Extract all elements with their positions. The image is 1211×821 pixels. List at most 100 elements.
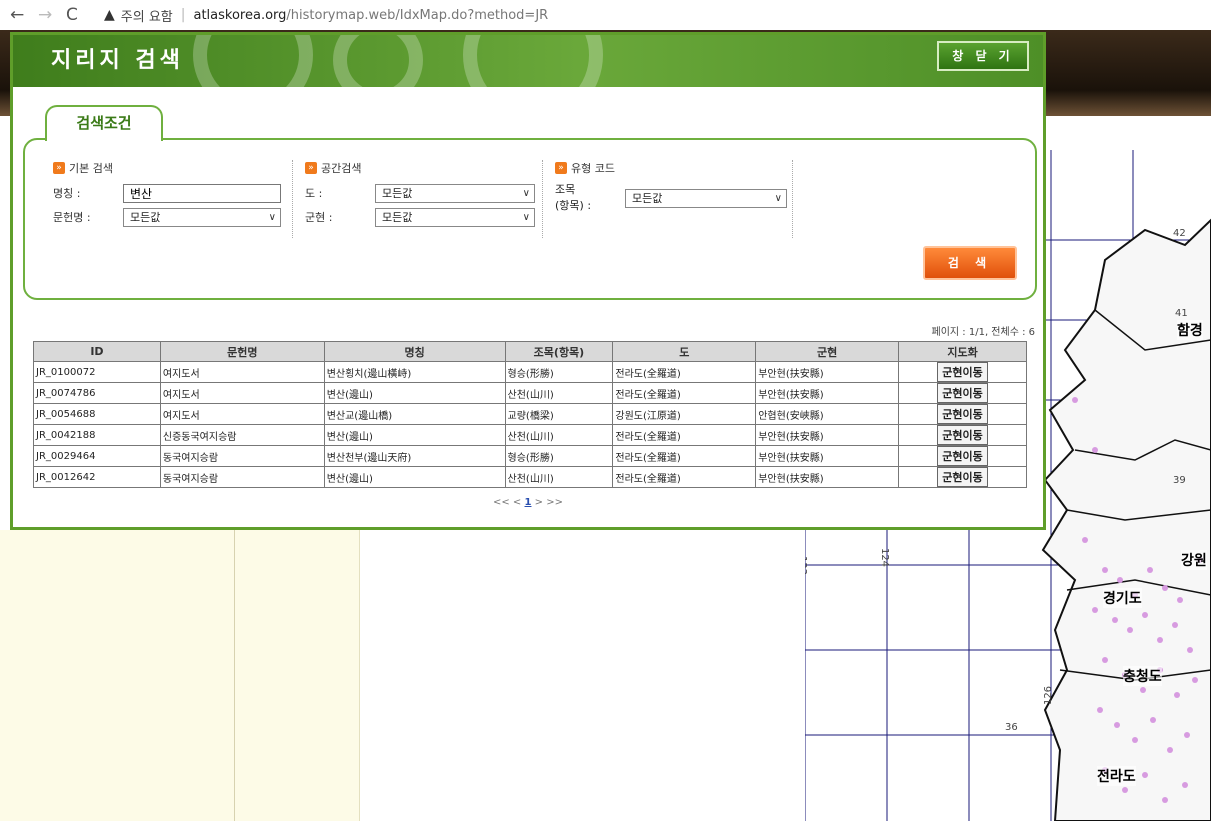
gazetteer-search-dialog: 지리지 검색 창 닫 기 검색조건 » 기본 검색 명칭 : 문헌명 : 모든값… [10, 32, 1046, 530]
cell-id: JR_0074786 [33, 382, 161, 404]
cell-id: JR_0054688 [33, 403, 161, 425]
cell-name: 변산(邊山) [323, 466, 506, 488]
column-header[interactable]: 도 [612, 341, 757, 362]
move-to-county-button[interactable]: 군현이동 [937, 383, 988, 403]
column-header[interactable]: 지도화 [898, 341, 1027, 362]
column-header[interactable]: 문헌명 [159, 341, 325, 362]
tab-search-criteria[interactable]: 검색조건 [45, 105, 163, 141]
type-select[interactable]: 모든값 ∨ [625, 188, 787, 208]
cell-id: JR_0012642 [33, 466, 161, 488]
cell-doc: 동국여지승람 [159, 445, 325, 467]
search-criteria-panel: » 기본 검색 명칭 : 문헌명 : 모든값 ∨ » 공간검색 도 : [23, 138, 1037, 300]
cell-do: 강원도(江原道) [612, 403, 757, 425]
url-host[interactable]: atlaskorea.org [193, 8, 286, 23]
type-select-value: 모든값 [632, 192, 663, 205]
forward-icon[interactable]: → [38, 5, 66, 25]
move-to-county-button[interactable]: 군현이동 [937, 404, 988, 424]
cell-item: 형승(形勝) [504, 361, 614, 383]
region-label: 전라도 [1097, 766, 1136, 786]
cell-action: 군현이동 [898, 403, 1027, 425]
cell-id: JR_0042188 [33, 424, 161, 446]
reload-icon[interactable]: C [66, 5, 94, 25]
cell-do: 전라도(全羅道) [612, 424, 757, 446]
cell-item: 형승(形勝) [504, 445, 614, 467]
region-label: 충청도 [1123, 666, 1162, 686]
cell-doc: 신증동국여지승람 [159, 424, 325, 446]
column-header[interactable]: 명칭 [323, 341, 506, 362]
url-path[interactable]: /historymap.web/IdxMap.do?method=JR [286, 8, 548, 23]
column-header[interactable]: 군현 [755, 341, 900, 362]
cell-item: 산천(山川) [504, 466, 614, 488]
type-label-line1: 조목 [555, 183, 576, 196]
bullet-icon: » [305, 162, 317, 174]
security-warning[interactable]: 주의 요함 [121, 6, 173, 25]
county-select-value: 모든값 [382, 211, 413, 224]
cell-do: 전라도(全羅道) [612, 382, 757, 404]
move-to-county-button[interactable]: 군현이동 [937, 425, 988, 445]
header-decoration [333, 35, 423, 87]
pager-next[interactable]: > >> [535, 497, 563, 508]
cell-county: 부안현(扶安縣) [755, 445, 900, 467]
type-label-line2: (항목) : [555, 199, 592, 212]
name-label: 명칭 : [53, 187, 81, 200]
cell-item: 교량(橋梁) [504, 403, 614, 425]
table-row[interactable]: JR_0029464 동국여지승람 변산천부(邊山天府) 형승(形勝) 전라도(… [33, 445, 1027, 467]
move-to-county-button[interactable]: 군현이동 [937, 446, 988, 466]
dialog-header: 지리지 검색 창 닫 기 [13, 35, 1043, 87]
name-input[interactable] [123, 183, 281, 203]
doc-row: 문헌명 : 모든값 ∨ [53, 206, 292, 228]
do-row: 도 : 모든값 ∨ [305, 182, 542, 204]
region-label: 함경 [1177, 320, 1203, 340]
cell-action: 군현이동 [898, 361, 1027, 383]
cell-doc: 여지도서 [159, 403, 325, 425]
table-row[interactable]: JR_0054688 여지도서 변산교(邊山橋) 교량(橋梁) 강원도(江原道)… [33, 403, 1027, 425]
column-header[interactable]: 조목(항목) [504, 341, 614, 362]
cell-action: 군현이동 [898, 466, 1027, 488]
grid-label: 42 [1173, 228, 1186, 239]
doc-label: 문헌명 : [53, 211, 91, 224]
cell-doc: 동국여지승람 [159, 466, 325, 488]
search-button[interactable]: 검 색 [923, 246, 1017, 280]
chevron-down-icon: ∨ [268, 211, 276, 223]
section-title: » 기본 검색 [53, 160, 292, 176]
type-code-title: 유형 코드 [571, 162, 615, 175]
dialog-title: 지리지 검색 [51, 48, 184, 73]
spatial-search-section: » 공간검색 도 : 모든값 ∨ 군현 : 모든값 ∨ [297, 160, 543, 238]
close-window-button[interactable]: 창 닫 기 [937, 41, 1029, 71]
doc-select-value: 모든값 [130, 211, 161, 224]
pager-current-page[interactable]: 1 [525, 497, 532, 508]
cell-county: 부안현(扶安縣) [755, 361, 900, 383]
do-select[interactable]: 모든값 ∨ [375, 183, 535, 203]
type-label: 조목 (항목) : [555, 182, 625, 214]
cell-name: 변산(邊山) [323, 382, 506, 404]
column-header[interactable]: ID [33, 341, 161, 362]
back-icon[interactable]: ← [10, 5, 38, 25]
url-separator: | [180, 7, 186, 23]
cell-action: 군현이동 [898, 445, 1027, 467]
table-header-row: ID 문헌명 명칭 조목(항목) 도 군현 지도화 [33, 341, 1027, 362]
cell-id: JR_0100072 [33, 361, 161, 383]
pagination: << < 1 > >> [13, 497, 1043, 508]
type-row: 조목 (항목) : 모든값 ∨ [555, 182, 792, 214]
left-panel [0, 530, 360, 821]
grid-label: 39 [1173, 475, 1186, 486]
move-to-county-button[interactable]: 군현이동 [937, 467, 988, 487]
pager-prev[interactable]: << < [493, 497, 521, 508]
doc-select[interactable]: 모든값 ∨ [123, 207, 281, 227]
grid-label: 123 [805, 555, 809, 576]
table-row[interactable]: JR_0042188 신증동국여지승람 변산(邊山) 산천(山川) 전라도(全羅… [33, 424, 1027, 446]
spatial-search-title: 공간검색 [321, 162, 362, 175]
grid-label: 41 [1175, 308, 1188, 319]
cell-name: 변산천부(邊山天府) [323, 445, 506, 467]
county-select[interactable]: 모든값 ∨ [375, 207, 535, 227]
table-row[interactable]: JR_0074786 여지도서 변산(邊山) 산천(山川) 전라도(全羅道) 부… [33, 382, 1027, 404]
cell-action: 군현이동 [898, 424, 1027, 446]
basic-search-title: 기본 검색 [69, 162, 113, 175]
table-row[interactable]: JR_0012642 동국여지승람 변산(邊山) 산천(山川) 전라도(全羅道)… [33, 466, 1027, 488]
cell-id: JR_0029464 [33, 445, 161, 467]
move-to-county-button[interactable]: 군현이동 [937, 362, 988, 382]
warning-icon[interactable]: ▲ [104, 7, 115, 23]
chevron-down-icon: ∨ [774, 192, 782, 204]
table-row[interactable]: JR_0100072 여지도서 변산횡치(邊山橫峙) 형승(形勝) 전라도(全羅… [33, 361, 1027, 383]
cell-doc: 여지도서 [159, 382, 325, 404]
